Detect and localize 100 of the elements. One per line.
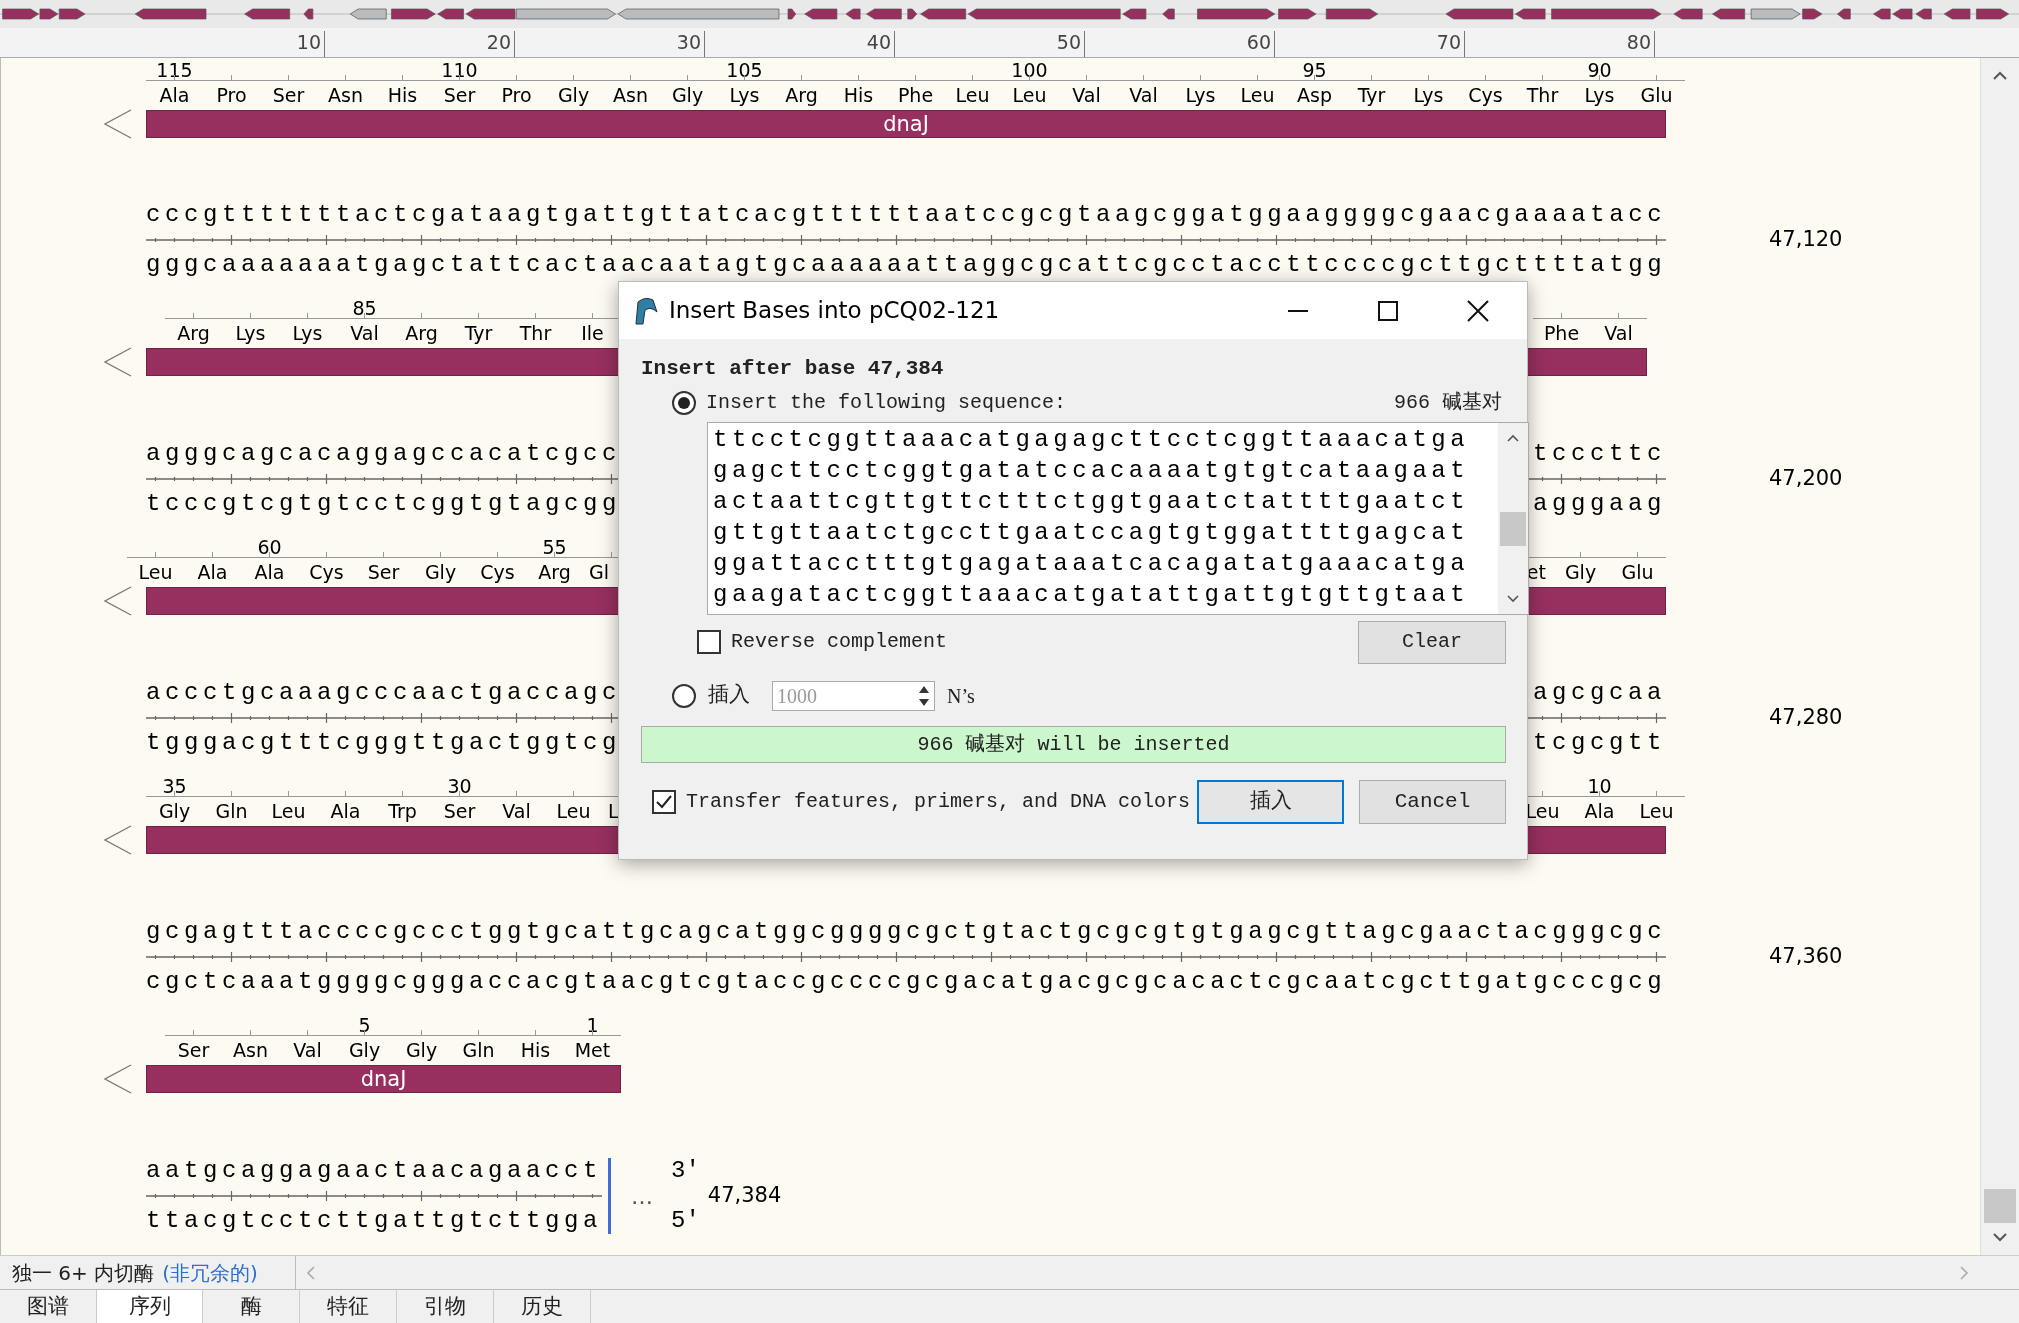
amino-acid-label: Gln xyxy=(462,1037,495,1062)
amino-acid-label: Leu xyxy=(955,82,990,107)
scroll-up-icon[interactable] xyxy=(1506,433,1520,442)
strand-end-label: 5′ xyxy=(671,1208,700,1234)
amino-acid-label: Gly xyxy=(424,559,457,584)
amino-acid-label: Val xyxy=(1129,82,1158,107)
dialog-button[interactable]: 插入 xyxy=(1197,780,1344,824)
app-logo-icon xyxy=(633,295,659,326)
amino-acid-number: 60 xyxy=(257,537,282,557)
enzyme-filter-qualifier[interactable]: (非冗余的) xyxy=(162,1257,258,1288)
amino-acid-label: Ala xyxy=(159,82,190,107)
sequence-text: aatgcaggagaactaacagaacct xyxy=(146,1156,603,1186)
amino-acid-label: Arg xyxy=(538,559,571,584)
checkbox[interactable] xyxy=(652,790,676,814)
sequence-text: agggaag xyxy=(1532,489,1666,519)
sequence-text: tcccgtcgtgtcctcggtgtagcgg xyxy=(146,489,622,519)
amino-acid-number: 30 xyxy=(447,776,472,796)
amino-acid-number: 85 xyxy=(352,298,377,318)
amino-acid-label: Leu xyxy=(271,798,306,823)
enzyme-filter-text[interactable]: 独一 6+ 内切酶 xyxy=(12,1257,155,1288)
amino-acid-label: Val xyxy=(1604,320,1633,345)
amino-acid-number: 5 xyxy=(358,1015,371,1035)
amino-acid-label: Glu xyxy=(1621,559,1654,584)
view-tab[interactable]: 序列 xyxy=(97,1290,203,1323)
amino-acid-number: 95 xyxy=(1302,60,1327,80)
amino-acid-label: Cys xyxy=(309,559,344,584)
scroll-down-icon[interactable] xyxy=(1506,595,1520,604)
amino-acid-label: Ala xyxy=(1584,798,1615,823)
checkbox-label: Transfer features, primers, and DNA colors xyxy=(686,789,1191,815)
amino-acid-label: Lys xyxy=(235,320,266,345)
sequence-text: accctgcaaagcccaactgaccagc xyxy=(146,678,622,708)
sequence-text: cccgtttttttactcgataagtgattgttatcacgttttttaatccgcgtaagcggatggaaggggcgaacgaaaatacc xyxy=(146,200,1667,230)
sequence-input-field[interactable]: ttcctcggttaaacatgagagcttcctcggttaaacatga gagcttcctcggtgatatccacaaaatgtgtcataagaat actaattcgttgttctttctggtgaatctattttgaatct gttgttaatctgccttgaatccagtgtggattttgagcat ggattacctttgtgagataaatcacagatatgaaacatga gaagatactcggttaaacatgatattgattgtgttgtaat xyxy=(707,422,1529,615)
strand-end-label: 3′ xyxy=(671,1158,700,1184)
amino-acid-label: His xyxy=(387,82,418,107)
amino-acid-label: Arg xyxy=(177,320,210,345)
sequence-text: gcgagtttaccccgccctggtgcattgcagcatggcggggcgctgtactgcgcgtgtgagcgttagcgaactacgggcgc xyxy=(146,917,1667,947)
amino-acid-label: Tyr xyxy=(464,320,493,345)
amino-acid-number: 35 xyxy=(162,776,187,796)
feature-bar[interactable]: dnaJ xyxy=(146,110,1666,138)
amino-acid-label: Arg xyxy=(785,82,818,107)
radio-button[interactable] xyxy=(672,391,696,415)
amino-acid-label: Lys xyxy=(292,320,323,345)
amino-acid-label: Cys xyxy=(480,559,515,584)
amino-acid-label: Ile xyxy=(581,320,604,345)
amino-acid-number: 90 xyxy=(1587,60,1612,80)
scroll-up-icon[interactable] xyxy=(1992,70,2008,80)
feature-bar[interactable]: dnaJ xyxy=(146,1065,621,1093)
amino-acid-label: Ser xyxy=(443,798,476,823)
clear-button[interactable]: Clear xyxy=(1358,620,1506,664)
amino-acid-label: Leu xyxy=(1639,798,1674,823)
amino-acid-label: Asp xyxy=(1297,82,1332,107)
amino-acid-number: 115 xyxy=(156,60,193,80)
position-number: 47,384 xyxy=(707,1182,782,1210)
amino-acid-number: 100 xyxy=(1011,60,1048,80)
ruler-number: 20 xyxy=(486,31,511,53)
amino-acid-label: Tyr xyxy=(1357,82,1386,107)
radio-button[interactable] xyxy=(672,684,696,708)
sequence-text: agcgcaa xyxy=(1532,678,1666,708)
dialog-heading: Insert after base 47,384 xyxy=(641,356,945,382)
scroll-down-icon[interactable] xyxy=(1992,1233,2008,1243)
maximize-icon[interactable] xyxy=(1377,299,1399,322)
amino-acid-label: Pro xyxy=(501,82,532,107)
amino-acid-number: 105 xyxy=(726,60,763,80)
amino-acid-number: 10 xyxy=(1587,776,1612,796)
position-number: 47,360 xyxy=(1769,943,1843,971)
dialog-button[interactable]: Cancel xyxy=(1359,780,1506,824)
amino-acid-label: Phe xyxy=(897,82,934,107)
amino-acid-label: Asn xyxy=(233,1037,268,1062)
amino-acid-label: Ser xyxy=(443,82,476,107)
amino-acid-label: Gl xyxy=(589,559,609,584)
position-number: 47,280 xyxy=(1769,704,1843,732)
amino-acid-label: Leu xyxy=(1012,82,1047,107)
amino-acid-label: Leu xyxy=(138,559,173,584)
amino-acid-label: Ala xyxy=(197,559,228,584)
checkbox[interactable] xyxy=(697,630,721,654)
amino-acid-label: Pro xyxy=(216,82,247,107)
amino-acid-label: Leu xyxy=(556,798,591,823)
scrollbar-thumb[interactable] xyxy=(1500,512,1526,546)
amino-acid-label: Thr xyxy=(1526,82,1559,107)
amino-acid-label: Gly xyxy=(671,82,704,107)
ruler-number: 10 xyxy=(296,31,321,53)
amino-acid-label: Ala xyxy=(254,559,285,584)
ruler-number: 40 xyxy=(866,31,891,53)
position-number: 47,120 xyxy=(1769,226,1843,254)
amino-acid-label: Lys xyxy=(1185,82,1216,107)
amino-acid-label: Val xyxy=(293,1037,322,1062)
amino-acid-label: His xyxy=(520,1037,551,1062)
sequence-text: cgctcaaatggggcgggaccacgtaacgtcgtaccgccccgcgacatgacgcgcacactcgcaatcgcttgatgcccgcg xyxy=(146,967,1667,997)
amino-acid-label: Gly xyxy=(348,1037,381,1062)
sequence-text: tcgcgtt xyxy=(1532,728,1666,758)
amino-acid-label: Val xyxy=(1072,82,1101,107)
amino-acid-label: Gly xyxy=(1564,559,1597,584)
scrollbar-thumb[interactable] xyxy=(1984,1189,2016,1223)
suffix-label: N’s xyxy=(947,684,975,709)
option-label: Insert the following sequence: xyxy=(706,390,1067,416)
sequence-text: tgggacgtttcgggttgactggtcg xyxy=(146,728,622,758)
amino-acid-label: Arg xyxy=(405,320,438,345)
close-icon[interactable] xyxy=(1467,299,1489,322)
amino-acid-label: Asn xyxy=(613,82,648,107)
